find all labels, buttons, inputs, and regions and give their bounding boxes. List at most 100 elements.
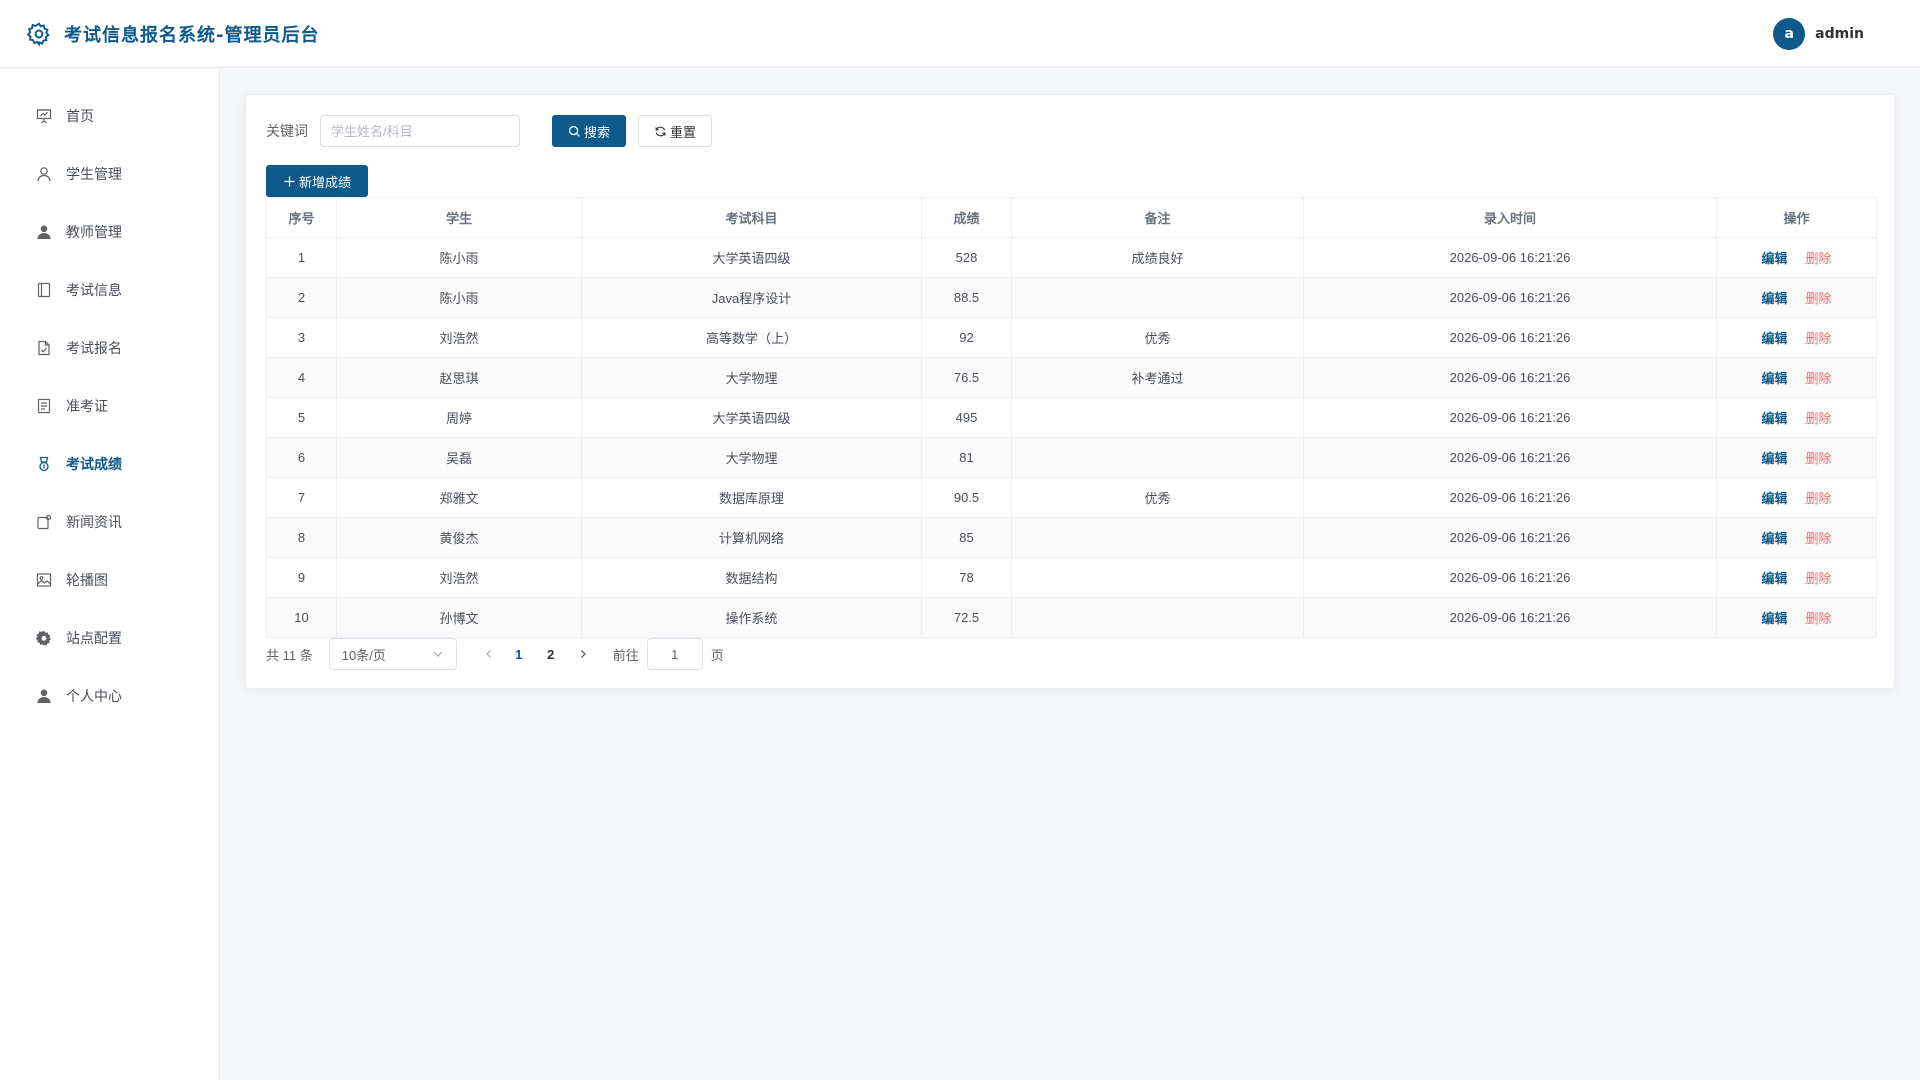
cell-no: 1	[266, 237, 337, 278]
sidebar-item-news[interactable]: 新闻资讯	[0, 493, 219, 551]
user-menu[interactable]: a admin	[1773, 17, 1864, 50]
prev-page-button[interactable]	[475, 640, 503, 668]
cell-student: 吴磊	[336, 437, 582, 478]
cell-remark: 优秀	[1011, 317, 1304, 358]
page-number[interactable]: 1	[503, 640, 535, 668]
edit-button[interactable]: 编辑	[1761, 288, 1787, 307]
sidebar-item-exam-registration[interactable]: 考试报名	[0, 319, 219, 377]
cell-subject: 数据结构	[581, 557, 922, 598]
sidebar-item-label: 轮播图	[66, 573, 108, 589]
delete-button[interactable]: 删除	[1806, 568, 1832, 587]
reset-button-label: 重置	[669, 124, 696, 140]
sidebar-item-label: 准考证	[66, 399, 108, 415]
reset-button[interactable]: 重置	[638, 115, 712, 147]
search-icon	[568, 125, 580, 137]
edit-button[interactable]: 编辑	[1761, 608, 1787, 627]
next-page-button[interactable]	[569, 640, 597, 668]
scores-card: 关键词 搜索 重置 新增成绩 序号 学生 考试科目 成绩 备注	[245, 94, 1895, 689]
tickets-icon	[36, 398, 52, 414]
cell-actions: 编辑 删除	[1716, 237, 1877, 278]
search-bar: 关键词 搜索 重置	[266, 115, 712, 147]
delete-button[interactable]: 删除	[1806, 368, 1832, 387]
cell-no: 10	[266, 597, 337, 638]
edit-button[interactable]: 编辑	[1761, 328, 1787, 347]
delete-button[interactable]: 删除	[1806, 608, 1832, 627]
goto-page-input[interactable]	[646, 638, 703, 670]
cell-time: 2026-09-06 16:21:26	[1303, 397, 1717, 438]
cell-score: 92	[921, 317, 1012, 358]
delete-button[interactable]: 删除	[1806, 248, 1832, 267]
sidebar-item-teachers[interactable]: 教师管理	[0, 203, 219, 261]
plus-icon	[284, 175, 295, 187]
column-header-student: 学生	[336, 197, 582, 238]
cell-remark: 成绩良好	[1011, 237, 1304, 278]
cell-time: 2026-09-06 16:21:26	[1303, 357, 1717, 398]
add-score-button[interactable]: 新增成绩	[266, 165, 368, 197]
presentation-icon	[36, 108, 52, 124]
cell-actions: 编辑 删除	[1716, 557, 1877, 598]
sidebar-item-home[interactable]: 首页	[0, 87, 219, 145]
delete-button[interactable]: 删除	[1806, 328, 1832, 347]
cell-score: 78	[921, 557, 1012, 598]
cell-subject: Java程序设计	[581, 277, 922, 318]
cell-subject: 大学英语四级	[581, 237, 922, 278]
cell-score: 90.5	[921, 477, 1012, 518]
sidebar-item-site-config[interactable]: 站点配置	[0, 609, 219, 667]
table-row: 1 陈小雨 大学英语四级 528 成绩良好 2026-09-06 16:21:26 编辑 删除	[266, 237, 1877, 278]
delete-button[interactable]: 删除	[1806, 288, 1832, 307]
table-row: 2 陈小雨 Java程序设计 88.5 2026-09-06 16:21:26 编辑 删除	[266, 277, 1877, 318]
sidebar-item-carousel[interactable]: 轮播图	[0, 551, 219, 609]
cell-time: 2026-09-06 16:21:26	[1303, 557, 1717, 598]
column-header-actions: 操作	[1716, 197, 1877, 238]
cell-remark	[1011, 557, 1304, 598]
cell-no: 3	[266, 317, 337, 358]
notebook-icon	[36, 282, 52, 298]
goto-suffix: 页	[710, 647, 724, 663]
cell-remark: 优秀	[1011, 477, 1304, 518]
cell-score: 88.5	[921, 277, 1012, 318]
sidebar-item-students[interactable]: 学生管理	[0, 145, 219, 203]
column-header-no: 序号	[266, 197, 337, 238]
sidebar-item-admission-ticket[interactable]: 准考证	[0, 377, 219, 435]
pagination: 共 11 条 10条/页 1 2 前往 页	[266, 638, 724, 670]
cell-student: 黄俊杰	[336, 517, 582, 558]
cell-student: 刘浩然	[336, 317, 582, 358]
sidebar-item-exam-scores[interactable]: 考试成绩	[0, 435, 219, 493]
delete-button[interactable]: 删除	[1806, 488, 1832, 507]
delete-button[interactable]: 删除	[1806, 408, 1832, 427]
cell-student: 周婷	[336, 397, 582, 438]
sidebar-item-profile[interactable]: 个人中心	[0, 667, 219, 725]
sidebar-item-label: 考试信息	[66, 283, 122, 299]
edit-button[interactable]: 编辑	[1761, 448, 1787, 467]
edit-button[interactable]: 编辑	[1761, 368, 1787, 387]
edit-button[interactable]: 编辑	[1761, 488, 1787, 507]
cell-remark: 补考通过	[1011, 357, 1304, 398]
delete-button[interactable]: 删除	[1806, 448, 1832, 467]
cell-no: 6	[266, 437, 337, 478]
table-row: 3 刘浩然 高等数学（上） 92 优秀 2026-09-06 16:21:26 编辑 删除	[266, 317, 1877, 358]
page-size-select[interactable]: 10条/页	[328, 638, 457, 670]
cell-student: 赵思琪	[336, 357, 582, 398]
cell-actions: 编辑 删除	[1716, 317, 1877, 358]
avatar[interactable]: a	[1773, 17, 1806, 50]
user-filled-icon	[36, 224, 52, 240]
edit-button[interactable]: 编辑	[1761, 248, 1787, 267]
edit-button[interactable]: 编辑	[1761, 568, 1787, 587]
search-button[interactable]: 搜索	[552, 115, 626, 147]
cell-student: 郑雅文	[336, 477, 582, 518]
delete-button[interactable]: 删除	[1806, 528, 1832, 547]
sidebar-item-label: 学生管理	[66, 167, 122, 183]
cell-subject: 大学英语四级	[581, 397, 922, 438]
table-row: 9 刘浩然 数据结构 78 2026-09-06 16:21:26 编辑 删除	[266, 557, 1877, 598]
brand: 考试信息报名系统-管理员后台	[26, 21, 319, 47]
edit-button[interactable]: 编辑	[1761, 408, 1787, 427]
cell-actions: 编辑 删除	[1716, 477, 1877, 518]
page-number[interactable]: 2	[535, 640, 567, 668]
username[interactable]: admin	[1815, 26, 1864, 42]
table-row: 6 吴磊 大学物理 81 2026-09-06 16:21:26 编辑 删除	[266, 437, 1877, 478]
sidebar-item-exam-info[interactable]: 考试信息	[0, 261, 219, 319]
edit-button[interactable]: 编辑	[1761, 528, 1787, 547]
cell-actions: 编辑 删除	[1716, 397, 1877, 438]
search-button-label: 搜索	[583, 124, 610, 140]
keyword-input[interactable]	[320, 115, 520, 147]
